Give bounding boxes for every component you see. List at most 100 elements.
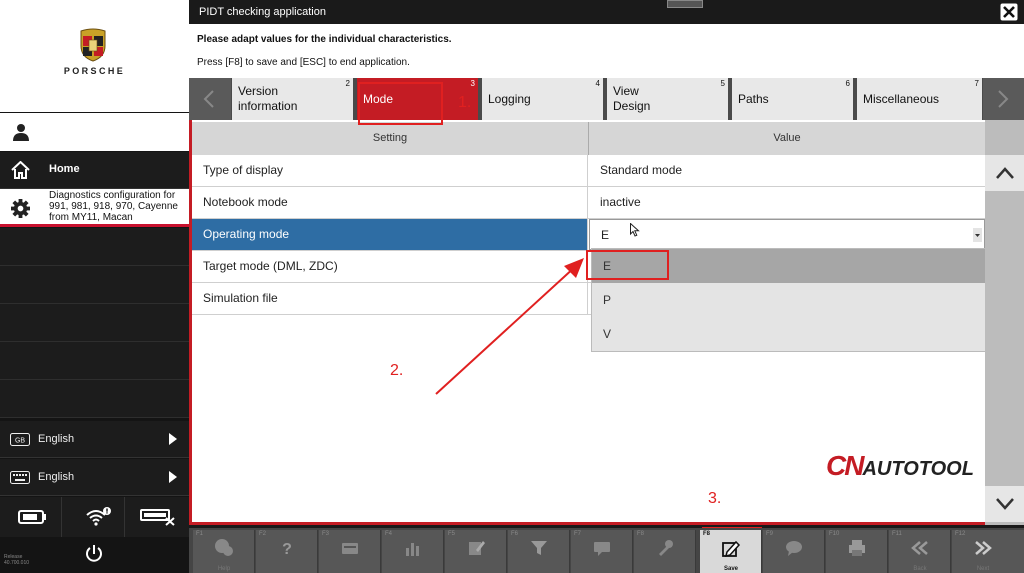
- power-icon[interactable]: [85, 544, 103, 564]
- annotation-step-1: 1.: [458, 94, 472, 111]
- f7-button[interactable]: F7: [571, 530, 633, 573]
- fkey-caption: Help: [217, 566, 231, 572]
- f5-button[interactable]: F5: [445, 530, 507, 573]
- column-header-value[interactable]: Value: [589, 122, 985, 155]
- status-bar: [0, 497, 189, 537]
- tab-label: Paths: [738, 92, 769, 106]
- f4-button[interactable]: F4: [382, 530, 444, 573]
- wifi-status[interactable]: [63, 497, 125, 537]
- f11-back-button[interactable]: F11 Back: [889, 530, 951, 573]
- device-status[interactable]: [126, 497, 188, 537]
- rewind-icon: [911, 541, 928, 555]
- fkey-label: F6: [511, 531, 519, 537]
- dropdown-arrow-icon[interactable]: [973, 228, 982, 242]
- scroll-up-button[interactable]: [985, 155, 1024, 191]
- tab-label: Miscellaneous: [863, 92, 940, 106]
- tab-version-information[interactable]: 2 Version information: [232, 78, 355, 120]
- sidebar-item-home[interactable]: Home: [0, 152, 189, 189]
- f3-button[interactable]: F3: [319, 530, 381, 573]
- f8-save-button[interactable]: F8 Save: [700, 530, 762, 573]
- watermark-text: AUTOTOOL: [862, 458, 974, 480]
- instructions-panel: Please adapt values for the individual c…: [189, 24, 1024, 78]
- tab-scroll-right-button[interactable]: [983, 78, 1024, 120]
- tab-logging[interactable]: 4 Logging: [482, 78, 605, 120]
- flag-gb-icon: GB: [10, 433, 30, 446]
- chevron-right-icon: [998, 90, 1009, 108]
- watermark-cn: CN: [826, 450, 864, 481]
- battery-status[interactable]: [0, 497, 62, 537]
- svg-text:?: ?: [282, 541, 292, 558]
- operating-mode-select[interactable]: E: [589, 219, 985, 250]
- table-row[interactable]: Type of display Standard mode: [192, 155, 985, 187]
- dropdown-option-v[interactable]: V: [592, 317, 986, 351]
- tab-scroll-left-button[interactable]: [189, 78, 231, 120]
- fkey-label: F7: [574, 531, 582, 537]
- chevron-right-icon: [169, 433, 177, 445]
- f10-print-button[interactable]: F10: [826, 530, 888, 573]
- fkey-label: F1: [196, 531, 204, 537]
- fkey-caption: Save: [723, 566, 738, 572]
- chevron-up-icon: [996, 167, 1014, 179]
- wifi-warning-icon: [86, 507, 111, 526]
- tab-number: 7: [974, 79, 979, 88]
- logo-area: PORSCHE: [0, 0, 189, 112]
- fkey-label: F5: [448, 531, 456, 537]
- flag-badge: GB: [15, 438, 25, 445]
- chevron-left-icon: [203, 90, 214, 108]
- battery-icon: [18, 510, 46, 524]
- fkey-label: F2: [259, 531, 267, 537]
- sidebar-item-label: Home: [49, 163, 80, 175]
- tab-view-design[interactable]: 5 View Design: [607, 78, 730, 120]
- sidebar-empty-slot: [0, 228, 189, 266]
- dropdown-option-p[interactable]: P: [592, 283, 986, 317]
- column-header-setting[interactable]: Setting: [192, 122, 589, 155]
- tools-icon: [659, 540, 673, 556]
- value-cell[interactable]: inactive: [589, 187, 985, 218]
- comment-icon: [786, 541, 802, 556]
- annotation-step-3: 3.: [708, 490, 722, 507]
- f9-button[interactable]: F9: [763, 530, 825, 573]
- select-value: E: [601, 228, 610, 242]
- sidebar-item-diagnostics-config[interactable]: Diagnostics configuration for 991, 981, …: [0, 189, 189, 227]
- language-label: English: [38, 433, 75, 445]
- app-titlebar: PIDT checking application: [189, 0, 1024, 24]
- language-selector-gb[interactable]: GB English: [0, 421, 189, 458]
- instruction-line: Press [F8] to save and [ESC] to end appl…: [197, 57, 410, 68]
- tab-label: Version information: [238, 84, 298, 113]
- scrollbar[interactable]: [985, 120, 1024, 525]
- tab-label: View Design: [613, 84, 651, 113]
- user-icon: [13, 124, 29, 141]
- sidebar-empty-slot: [0, 304, 189, 342]
- annotation-step-2: 2.: [390, 362, 404, 379]
- chevron-down-icon: [996, 498, 1014, 510]
- user-row[interactable]: [0, 113, 189, 151]
- release-version: Release 40.700.010: [4, 554, 30, 566]
- tab-paths[interactable]: 6 Paths: [732, 78, 855, 120]
- value-cell[interactable]: Standard mode: [589, 155, 985, 186]
- f12-next-button[interactable]: F12 Next: [952, 530, 1024, 573]
- forward-icon: [975, 541, 992, 555]
- annotation-highlight-option-e: [586, 250, 669, 280]
- close-button[interactable]: [998, 2, 1020, 22]
- f2-button[interactable]: F2 ?: [256, 530, 318, 573]
- fkey-label: F8: [703, 531, 711, 537]
- keyboard-layout-label: English: [38, 471, 75, 483]
- scroll-down-button[interactable]: [985, 486, 1024, 522]
- window-menu-handle[interactable]: [667, 0, 703, 8]
- f8-edit-button[interactable]: F8: [634, 530, 696, 573]
- filter-icon: [531, 541, 547, 555]
- mouse-cursor-icon: [630, 223, 640, 237]
- porsche-crest-icon: [80, 28, 106, 62]
- help-chat-icon: [215, 539, 233, 556]
- table-header: Setting Value: [192, 122, 985, 155]
- sidebar-item-label: Diagnostics configuration for 991, 981, …: [49, 190, 178, 223]
- f1-help-button[interactable]: F1 Help: [193, 530, 255, 573]
- fkey-label: F4: [385, 531, 393, 537]
- tab-miscellaneous[interactable]: 7 Miscellaneous: [857, 78, 982, 120]
- f6-button[interactable]: F6: [508, 530, 570, 573]
- language-selector-keyboard[interactable]: English: [0, 459, 189, 496]
- keyboard-icon: [10, 471, 30, 484]
- table-row[interactable]: Notebook mode inactive: [192, 187, 985, 219]
- tab-number: 4: [595, 79, 600, 88]
- table-row-selected[interactable]: Operating mode E: [192, 219, 985, 251]
